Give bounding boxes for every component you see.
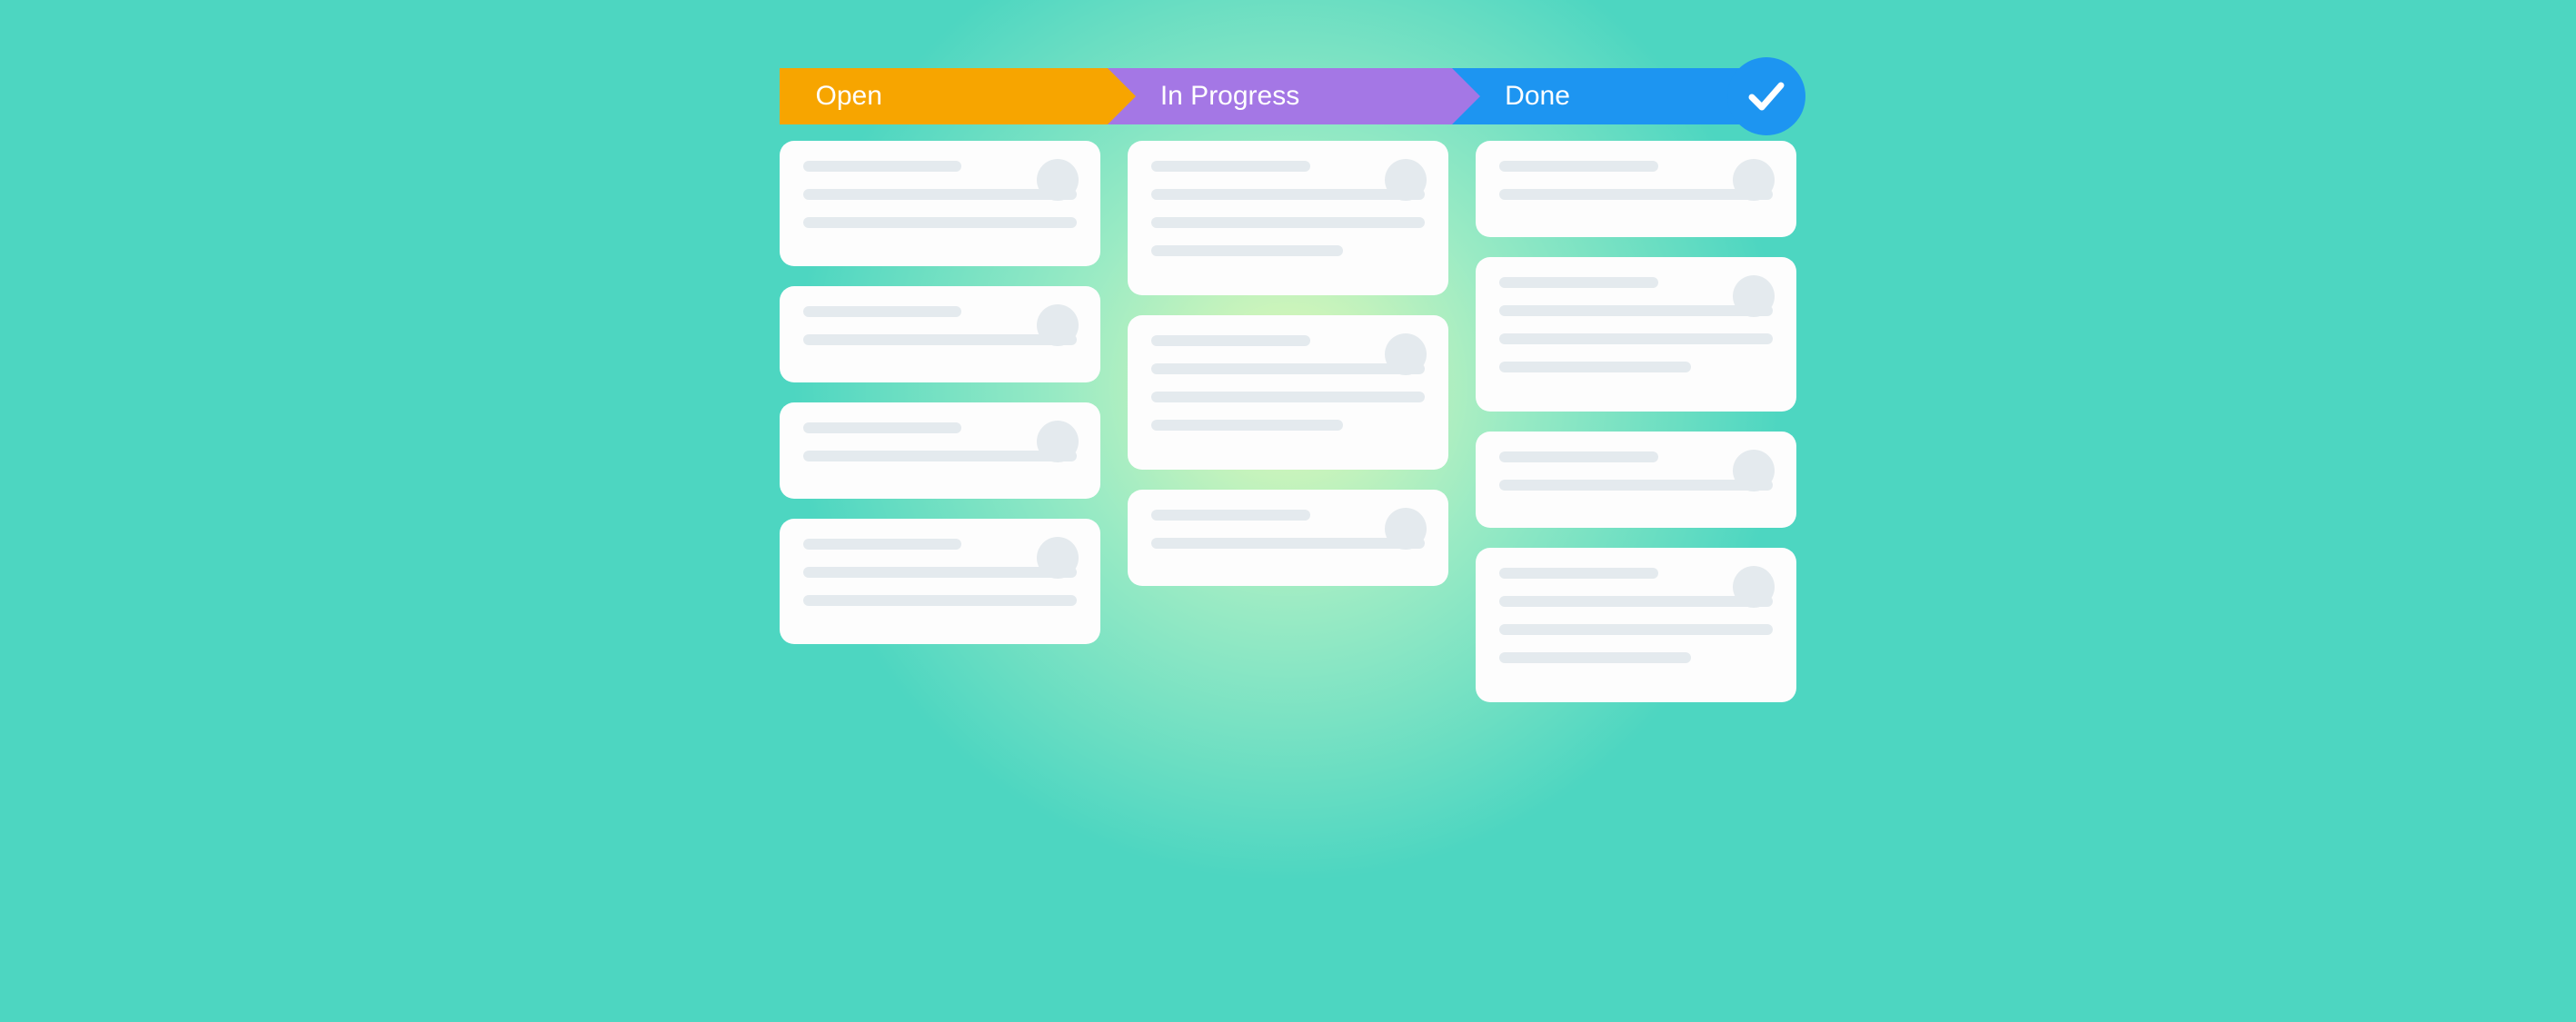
kanban-card[interactable] <box>780 402 1100 499</box>
card-avatar-icon <box>1037 421 1079 462</box>
card-avatar-icon <box>1733 450 1775 491</box>
card-line-placeholder <box>803 161 962 172</box>
card-line-placeholder <box>1499 277 1658 288</box>
card-line-placeholder <box>1151 189 1425 200</box>
card-line-placeholder <box>1151 335 1310 346</box>
kanban-card[interactable] <box>780 141 1100 266</box>
kanban-card[interactable] <box>780 286 1100 382</box>
kanban-card[interactable] <box>1476 548 1796 702</box>
card-line-placeholder <box>1151 245 1343 256</box>
column-header-done[interactable]: Done <box>1452 68 1796 124</box>
kanban-card[interactable] <box>1476 432 1796 528</box>
columns-container <box>780 141 1797 702</box>
card-line-placeholder <box>1151 217 1425 228</box>
card-avatar-icon <box>1733 566 1775 608</box>
card-line-placeholder <box>1499 451 1658 462</box>
column-label: Open <box>816 81 882 112</box>
column-open <box>780 141 1100 702</box>
card-line-placeholder <box>1151 363 1425 374</box>
card-line-placeholder <box>803 539 962 550</box>
kanban-card[interactable] <box>1128 490 1448 586</box>
column-label: In Progress <box>1160 81 1299 112</box>
column-in-progress <box>1128 141 1448 702</box>
column-label: Done <box>1505 81 1570 112</box>
card-line-placeholder <box>1151 161 1310 172</box>
kanban-board: Open In Progress Done <box>780 68 1797 702</box>
card-line-placeholder <box>1151 392 1425 402</box>
kanban-card[interactable] <box>1128 315 1448 470</box>
card-line-placeholder <box>1151 420 1343 431</box>
card-line-placeholder <box>803 306 962 317</box>
card-line-placeholder <box>1499 161 1658 172</box>
card-line-placeholder <box>1499 333 1773 344</box>
kanban-card[interactable] <box>1128 141 1448 295</box>
card-line-placeholder <box>803 567 1077 578</box>
done-badge <box>1727 57 1805 135</box>
card-line-placeholder <box>1499 189 1773 200</box>
card-line-placeholder <box>803 217 1077 228</box>
card-line-placeholder <box>803 451 1077 461</box>
column-done <box>1476 141 1796 702</box>
card-line-placeholder <box>803 422 962 433</box>
card-line-placeholder <box>1499 362 1691 372</box>
column-headers: Open In Progress Done <box>780 68 1797 124</box>
card-line-placeholder <box>1499 652 1691 663</box>
card-line-placeholder <box>1499 568 1658 579</box>
card-avatar-icon <box>1037 537 1079 579</box>
card-line-placeholder <box>1151 510 1310 521</box>
card-line-placeholder <box>1499 305 1773 316</box>
card-avatar-icon <box>1037 304 1079 346</box>
kanban-card[interactable] <box>780 519 1100 644</box>
column-header-open[interactable]: Open <box>780 68 1108 124</box>
checkmark-icon <box>1745 74 1788 118</box>
card-line-placeholder <box>1499 624 1773 635</box>
card-line-placeholder <box>1151 538 1425 549</box>
card-line-placeholder <box>803 595 1077 606</box>
card-avatar-icon <box>1037 159 1079 201</box>
card-avatar-icon <box>1385 159 1427 201</box>
kanban-card[interactable] <box>1476 141 1796 237</box>
card-avatar-icon <box>1385 508 1427 550</box>
kanban-card[interactable] <box>1476 257 1796 412</box>
card-line-placeholder <box>803 189 1077 200</box>
card-avatar-icon <box>1733 159 1775 201</box>
card-avatar-icon <box>1385 333 1427 375</box>
card-line-placeholder <box>803 334 1077 345</box>
card-line-placeholder <box>1499 480 1773 491</box>
card-avatar-icon <box>1733 275 1775 317</box>
card-line-placeholder <box>1499 596 1773 607</box>
column-header-in-progress[interactable]: In Progress <box>1108 68 1452 124</box>
